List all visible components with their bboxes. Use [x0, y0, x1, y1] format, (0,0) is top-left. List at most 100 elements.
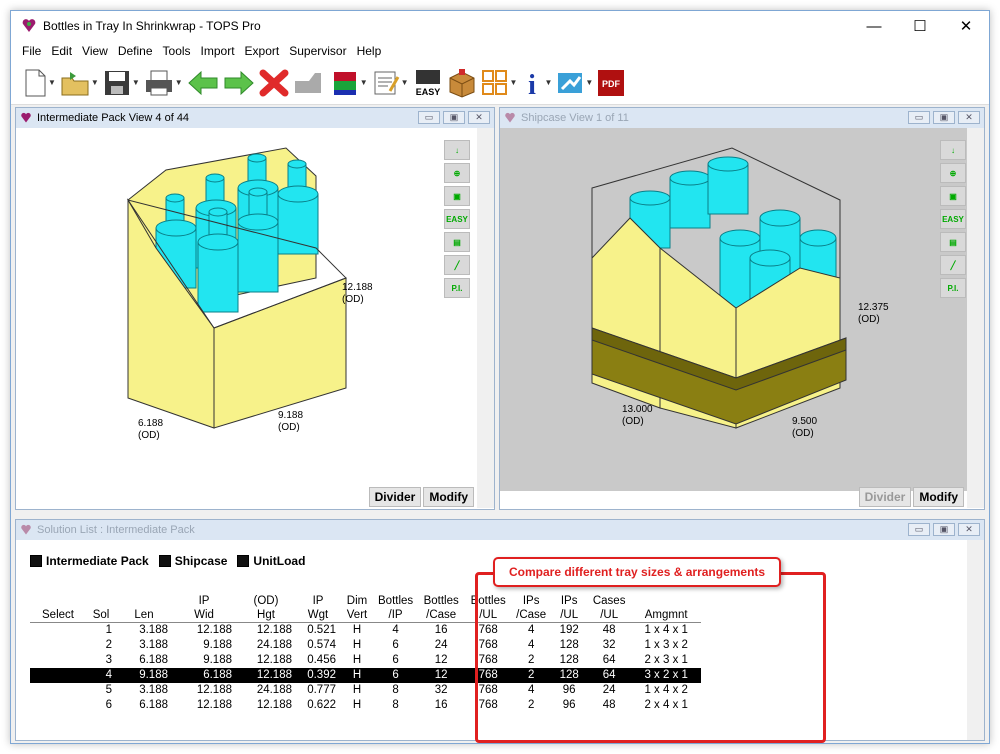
table-cell: 0.392	[296, 667, 340, 683]
table-cell: 12.188	[256, 624, 292, 637]
window-title: Bottles in Tray In Shrinkwrap - TOPS Pro	[43, 19, 261, 33]
layout-button[interactable]: ▼	[481, 66, 517, 100]
pi-icon[interactable]: P.I.	[940, 278, 966, 298]
zoom-icon[interactable]: ⊕	[940, 163, 966, 183]
menu-export[interactable]: Export	[240, 44, 285, 58]
column-header[interactable]: Sol	[86, 594, 116, 623]
zoom-icon[interactable]: ⊕	[444, 163, 470, 183]
ruler-icon[interactable]: ╱	[444, 255, 470, 275]
delete-button[interactable]	[259, 66, 289, 100]
table-cell: 24.188	[256, 684, 292, 696]
mdi-restore-button[interactable]: ▣	[933, 523, 955, 536]
tab-shipcase[interactable]: Shipcase	[158, 554, 227, 568]
column-header[interactable]: Bottles/IP	[374, 594, 418, 623]
column-header[interactable]: Len	[116, 594, 172, 623]
column-header[interactable]: Dim Vert	[340, 594, 374, 623]
mdi-restore-button[interactable]: ▣	[443, 111, 465, 124]
intermediate-pack-view: Intermediate Pack View 4 of 44 ▭ ▣ ✕ 12.…	[15, 107, 495, 510]
app-logo-icon	[21, 524, 31, 535]
open-button[interactable]: ▼	[60, 66, 99, 100]
menu-edit[interactable]: Edit	[46, 44, 77, 58]
easy-button[interactable]: EASY	[413, 66, 443, 100]
mdi-minimize-button[interactable]: ▭	[418, 111, 440, 124]
box-button[interactable]	[447, 66, 477, 100]
table-cell	[30, 653, 86, 668]
divider-button[interactable]: Divider	[368, 487, 422, 507]
application-window: Bottles in Tray In Shrinkwrap - TOPS Pro…	[10, 10, 990, 744]
ip-width-dim: 9.188 (OD)	[278, 410, 304, 433]
column-header-line2: Len	[134, 609, 154, 621]
column-header-line1: IP	[312, 595, 324, 607]
tab-unitload[interactable]: UnitLoad	[237, 554, 305, 568]
menu-supervisor[interactable]: Supervisor	[284, 44, 351, 58]
sc-3d-viewport[interactable]	[500, 128, 968, 491]
close-button[interactable]: ✕	[943, 11, 989, 41]
layers-icon[interactable]: ▤	[940, 232, 966, 252]
mdi-minimize-button[interactable]: ▭	[908, 523, 930, 536]
column-header-line1: (OD)	[253, 595, 279, 607]
sc-view-scrollbar[interactable]	[967, 128, 984, 508]
svg-text:EASY: EASY	[415, 87, 440, 97]
table-cell: 16	[434, 699, 448, 711]
column-header[interactable]: Select	[30, 594, 86, 623]
table-cell: 0.456	[307, 654, 336, 666]
modify-button[interactable]: Modify	[423, 487, 474, 507]
stack-button[interactable]: ▼	[331, 66, 368, 100]
table-cell: 1	[105, 624, 112, 637]
table-cell: 6.188	[139, 654, 168, 666]
menu-help[interactable]: Help	[352, 44, 387, 58]
mdi-restore-button[interactable]: ▣	[933, 111, 955, 124]
maximize-button[interactable]: ☐	[897, 11, 943, 41]
disabled-tool-button[interactable]	[293, 66, 327, 100]
menu-tools[interactable]: Tools	[158, 44, 196, 58]
print-button[interactable]: ▼	[144, 66, 183, 100]
solution-list-titlebar: Solution List : Intermediate Pack ▭ ▣ ✕	[16, 520, 984, 540]
column-header[interactable]: IP Wid	[172, 594, 236, 623]
forward-button[interactable]	[223, 66, 255, 100]
layers-icon[interactable]: ▤	[444, 232, 470, 252]
sc-view-tools: ↓ ⊕ ▣ EASY ▤ ╱ P.I.	[940, 140, 966, 298]
pdf-button[interactable]: PDF	[597, 66, 625, 100]
ip-view-scrollbar[interactable]	[477, 128, 494, 508]
info-button[interactable]: i ▼	[521, 66, 553, 100]
menu-define[interactable]: Define	[113, 44, 158, 58]
solution-list-window: Solution List : Intermediate Pack ▭ ▣ ✕ In…	[15, 519, 985, 743]
table-cell: 4	[86, 667, 116, 683]
table-cell: 24	[434, 639, 448, 651]
table-cell	[30, 667, 86, 683]
notes-button[interactable]: ▼	[372, 66, 409, 100]
save-button[interactable]: ▼	[103, 66, 140, 100]
easy-tool-icon[interactable]: EASY	[940, 209, 966, 229]
table-cell: 12.188	[196, 699, 232, 711]
drop-arrow-icon[interactable]: ↓	[444, 140, 470, 160]
mdi-minimize-button[interactable]: ▭	[908, 111, 930, 124]
minimize-button[interactable]: —	[851, 11, 897, 41]
back-button[interactable]	[187, 66, 219, 100]
column-header[interactable]: IP Wgt	[296, 594, 340, 623]
mdi-close-button[interactable]: ✕	[468, 111, 490, 124]
easy-tool-icon[interactable]: EASY	[444, 209, 470, 229]
shipcase-icon	[158, 555, 171, 567]
ip-3d-viewport[interactable]	[16, 128, 478, 490]
column-header[interactable]: Bottles/Case	[417, 594, 466, 623]
solution-scrollbar[interactable]	[967, 540, 984, 740]
frame-icon[interactable]: ▣	[940, 186, 966, 206]
pi-icon[interactable]: P.I.	[444, 278, 470, 298]
export-button[interactable]: ▼	[556, 66, 593, 100]
menu-file[interactable]: File	[17, 44, 46, 58]
new-button[interactable]: ▼	[23, 66, 56, 100]
table-cell: 12.188	[196, 684, 232, 696]
ruler-icon[interactable]: ╱	[940, 255, 966, 275]
frame-icon[interactable]: ▣	[444, 186, 470, 206]
solution-tabs: Intermediate Pack Shipcase UnitLoad	[30, 554, 305, 568]
mdi-close-button[interactable]: ✕	[958, 523, 980, 536]
menu-view[interactable]: View	[77, 44, 113, 58]
modify-button[interactable]: Modify	[913, 487, 964, 507]
column-header[interactable]: (OD) Hgt	[236, 594, 296, 623]
divider-button[interactable]: Divider	[858, 487, 912, 507]
mdi-close-button[interactable]: ✕	[958, 111, 980, 124]
tab-intermediate-pack[interactable]: Intermediate Pack	[30, 554, 149, 568]
table-cell: 6	[105, 699, 112, 711]
drop-arrow-icon[interactable]: ↓	[940, 140, 966, 160]
menu-import[interactable]: Import	[196, 44, 240, 58]
